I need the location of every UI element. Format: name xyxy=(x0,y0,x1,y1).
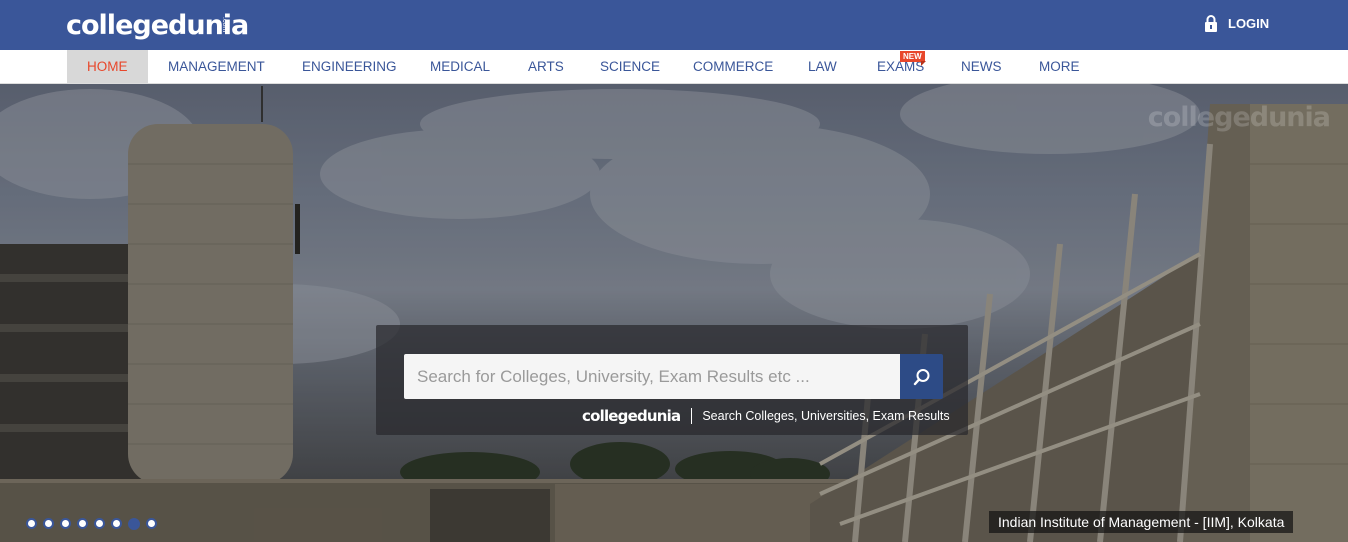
top-bar: collegedunia .com LOGIN xyxy=(0,0,1348,50)
lock-icon xyxy=(1205,15,1217,32)
nav-item-news[interactable]: NEWS xyxy=(961,50,1002,83)
search-panel: collegedunia Search Colleges, Universiti… xyxy=(376,325,968,435)
slider-dot-5[interactable] xyxy=(94,518,105,529)
slider-dot-7[interactable] xyxy=(128,518,140,530)
nav-item-science[interactable]: SCIENCE xyxy=(600,50,660,83)
search-input[interactable] xyxy=(404,354,901,399)
tagline-text: Search Colleges, Universities, Exam Resu… xyxy=(702,409,950,423)
login-label: LOGIN xyxy=(1228,16,1270,31)
nav-item-more[interactable]: MORE xyxy=(1039,50,1080,83)
nav-item-management[interactable]: MANAGEMENT xyxy=(168,50,265,83)
login-button[interactable]: LOGIN xyxy=(1204,15,1269,32)
campus-photo xyxy=(0,84,1348,542)
tagline-divider xyxy=(691,408,693,424)
nav-item-commerce[interactable]: COMMERCE xyxy=(693,50,773,83)
new-badge-tail xyxy=(921,61,926,66)
slider-dot-2[interactable] xyxy=(43,518,54,529)
slider-dot-1[interactable] xyxy=(26,518,37,529)
nav-item-law[interactable]: LAW xyxy=(808,50,837,83)
tagline-logo: collegedunia xyxy=(582,407,681,425)
slide-caption: Indian Institute of Management - [IIM], … xyxy=(989,511,1294,533)
photo-watermark: collegedunia xyxy=(1147,102,1331,133)
search-button[interactable] xyxy=(900,354,943,399)
site-logo-suffix: .com xyxy=(221,17,228,33)
slider-dot-8[interactable] xyxy=(146,518,157,529)
search-icon xyxy=(913,368,929,385)
nav-item-home[interactable]: HOME xyxy=(67,50,148,83)
search-tagline: collegedunia Search Colleges, Universiti… xyxy=(582,407,950,425)
slider-dot-3[interactable] xyxy=(60,518,71,529)
slider-dot-6[interactable] xyxy=(111,518,122,529)
nav-item-arts[interactable]: ARTS xyxy=(528,50,564,83)
slider-dots xyxy=(26,518,163,530)
main-nav: HOME MANAGEMENT ENGINEERING MEDICAL ARTS… xyxy=(0,50,1348,84)
nav-item-medical[interactable]: MEDICAL xyxy=(430,50,490,83)
hero-banner: collegedunia collegedunia Search College… xyxy=(0,84,1348,542)
nav-item-engineering[interactable]: ENGINEERING xyxy=(302,50,397,83)
slider-dot-4[interactable] xyxy=(77,518,88,529)
